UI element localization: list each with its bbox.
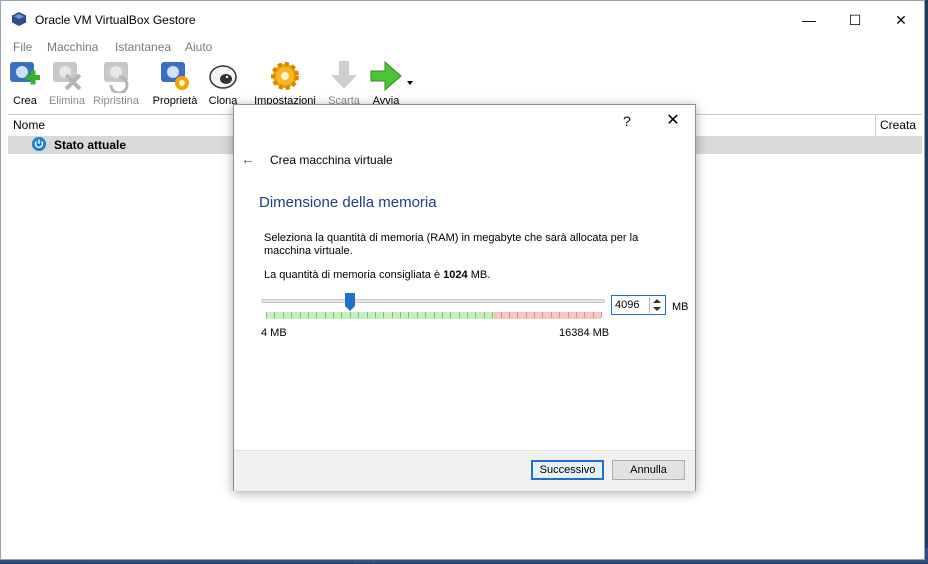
slider-tick	[316, 312, 318, 318]
recommended-value: 1024	[443, 269, 468, 281]
slider-tick	[492, 312, 494, 318]
toolbar-new-button[interactable]: Crea	[7, 59, 43, 111]
slider-tick	[391, 312, 393, 318]
next-button[interactable]: Successivo	[531, 460, 604, 480]
menu-file[interactable]: File	[13, 40, 32, 54]
clone-sheep-icon	[209, 65, 237, 89]
slider-tick	[366, 312, 368, 318]
dialog-title: Crea macchina virtuale	[270, 153, 393, 167]
toolbar-restore-button[interactable]: Ripristina	[93, 59, 139, 111]
memory-slider-thumb[interactable]	[344, 293, 355, 311]
dialog-close-button[interactable]: ✕	[658, 109, 688, 131]
column-created-header[interactable]: Creata	[880, 118, 916, 132]
slider-tick	[483, 312, 485, 318]
menu-snapshot[interactable]: Istantanea	[115, 40, 171, 54]
slider-tick	[441, 312, 443, 318]
slider-tick	[559, 312, 561, 318]
slider-tick	[408, 312, 410, 318]
slider-tick	[475, 312, 477, 318]
slider-tick	[274, 312, 276, 318]
maximize-button[interactable]: ☐	[832, 7, 878, 33]
virtualbox-app-icon	[12, 12, 26, 26]
toolbar-label: Ripristina	[93, 95, 139, 107]
slider-tick	[425, 312, 427, 318]
page-heading: Dimensione della memoria	[259, 194, 437, 211]
slider-tick	[307, 312, 309, 318]
properties-icon	[161, 62, 189, 90]
recommended-prefix: La quantità di memoria consigliata è	[264, 269, 444, 281]
slider-tick	[383, 312, 385, 318]
settings-gear-icon	[271, 62, 299, 90]
column-divider	[875, 115, 876, 136]
slider-tick	[458, 312, 460, 318]
back-arrow-icon[interactable]: ←	[241, 151, 255, 167]
slider-tick	[601, 312, 602, 318]
window-title: Oracle VM VirtualBox Gestore	[35, 13, 196, 27]
slider-tick	[349, 312, 351, 318]
memory-description: Seleziona la quantità di memoria (RAM) i…	[264, 232, 639, 257]
slider-max-label: 16384 MB	[559, 327, 610, 339]
slider-tick	[358, 312, 360, 318]
slider-tick	[500, 312, 502, 318]
restore-icon	[104, 62, 129, 93]
slider-tick	[467, 312, 468, 318]
slider-tick	[542, 312, 544, 318]
memory-slider-track[interactable]	[261, 299, 605, 303]
spin-down-icon[interactable]	[653, 307, 661, 311]
recommended-suffix: MB.	[467, 269, 491, 281]
slider-min-label: 4 MB	[261, 327, 287, 339]
memory-spinbox[interactable]: 4096	[611, 295, 666, 315]
slider-tick	[567, 312, 569, 318]
slider-tick	[534, 312, 535, 318]
start-dropdown-icon[interactable]	[407, 81, 413, 85]
slider-tick	[324, 312, 326, 318]
toolbar-delete-button[interactable]: Elimina	[49, 59, 85, 111]
delete-vm-icon	[53, 62, 82, 91]
slider-tick	[416, 312, 418, 318]
slider-tick	[550, 312, 552, 318]
slider-tick	[575, 312, 577, 318]
dialog-footer: Successivo Annulla	[234, 450, 695, 491]
memory-spinbox-value[interactable]: 4096	[615, 299, 639, 311]
cancel-button[interactable]: Annulla	[612, 460, 685, 480]
slider-tick	[374, 312, 376, 318]
minimize-button[interactable]: —	[786, 7, 832, 33]
toolbar-label: Elimina	[48, 95, 86, 107]
discard-arrow-icon	[331, 61, 357, 89]
start-arrow-icon	[370, 60, 402, 92]
slider-tick	[592, 312, 594, 318]
slider-tick	[584, 312, 586, 318]
close-button[interactable]: ✕	[878, 7, 924, 33]
slider-tick	[508, 312, 510, 318]
slider-tick	[517, 312, 519, 318]
slider-tick	[282, 312, 284, 318]
spin-up-icon[interactable]	[653, 299, 661, 303]
toolbar-properties-button[interactable]: Proprietà	[151, 59, 199, 111]
menu-machine[interactable]: Macchina	[47, 40, 98, 54]
slider-tick	[333, 312, 334, 318]
menu-help[interactable]: Aiuto	[185, 40, 212, 54]
slider-tick	[291, 312, 293, 318]
slider-tick	[525, 312, 527, 318]
current-state-label: Stato attuale	[54, 138, 127, 152]
recommended-memory-text: La quantità di memoria consigliata è 102…	[264, 269, 490, 281]
slider-tick	[299, 312, 301, 318]
toolbar-label: Crea	[13, 95, 37, 107]
slider-tick	[400, 312, 401, 318]
create-vm-dialog: ? ✕ ← Crea macchina virtuale Dimensione …	[233, 104, 696, 491]
help-button[interactable]: ?	[623, 113, 631, 129]
slider-tick	[433, 312, 435, 318]
toolbar-label: Proprietà	[152, 95, 198, 107]
memory-unit-label: MB	[672, 301, 689, 313]
new-vm-icon	[10, 62, 40, 85]
slider-tick	[266, 312, 267, 318]
title-bar[interactable]: Oracle VM VirtualBox Gestore — ☐ ✕	[1, 1, 924, 35]
slider-tick	[450, 312, 452, 318]
slider-tick	[341, 312, 343, 318]
power-icon	[32, 137, 46, 151]
column-name-header[interactable]: Nome	[13, 118, 45, 132]
spinbox-buttons[interactable]	[649, 297, 664, 313]
